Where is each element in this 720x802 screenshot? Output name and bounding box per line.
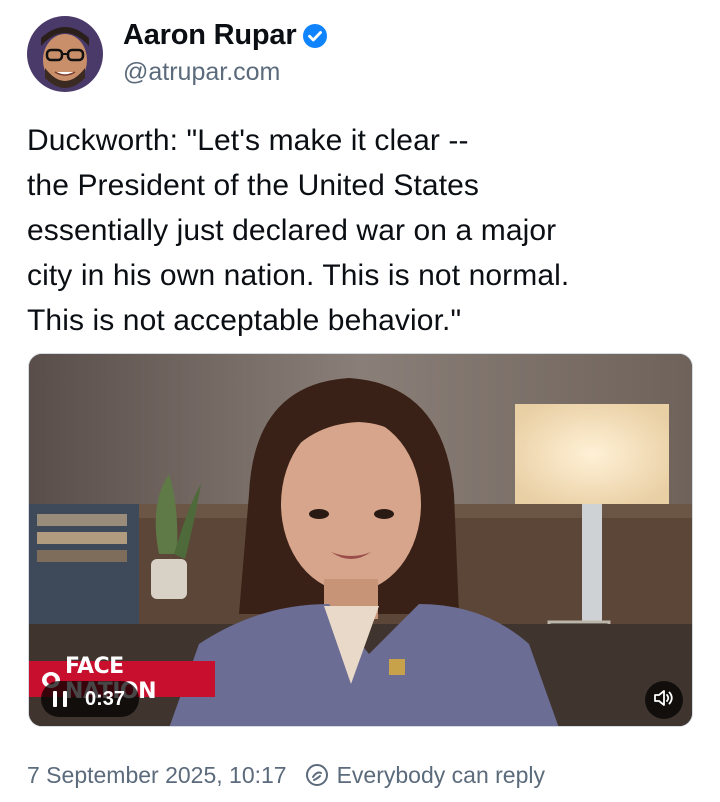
video-player[interactable]: FACE NATION 0:37 — [28, 353, 693, 727]
verified-check-icon[interactable] — [302, 23, 328, 49]
display-name-row: Aaron Rupar — [123, 19, 328, 52]
video-time: 0:37 — [85, 687, 126, 710]
reply-setting-label[interactable]: Everybody can reply — [337, 762, 545, 789]
post-timestamp[interactable]: 7 September 2025, 10:17 — [27, 762, 287, 789]
author-handle[interactable]: @atrupar.com — [123, 58, 328, 87]
avatar[interactable] — [27, 16, 103, 92]
post-text: Duckworth: "Let's make it clear -- the P… — [27, 124, 570, 337]
reply-settings-icon — [305, 763, 329, 787]
volume-button[interactable] — [645, 681, 683, 719]
author-names: Aaron Rupar @atrupar.com — [123, 19, 328, 87]
post-card: Aaron Rupar @atrupar.com Duckworth: "Let… — [0, 0, 720, 802]
display-name[interactable]: Aaron Rupar — [123, 19, 297, 52]
volume-icon — [653, 688, 675, 713]
pause-icon[interactable] — [53, 691, 67, 707]
playback-control[interactable]: 0:37 — [41, 681, 140, 717]
post-header: Aaron Rupar @atrupar.com — [27, 16, 328, 92]
post-footer: 7 September 2025, 10:17 Everybody can re… — [27, 760, 545, 790]
